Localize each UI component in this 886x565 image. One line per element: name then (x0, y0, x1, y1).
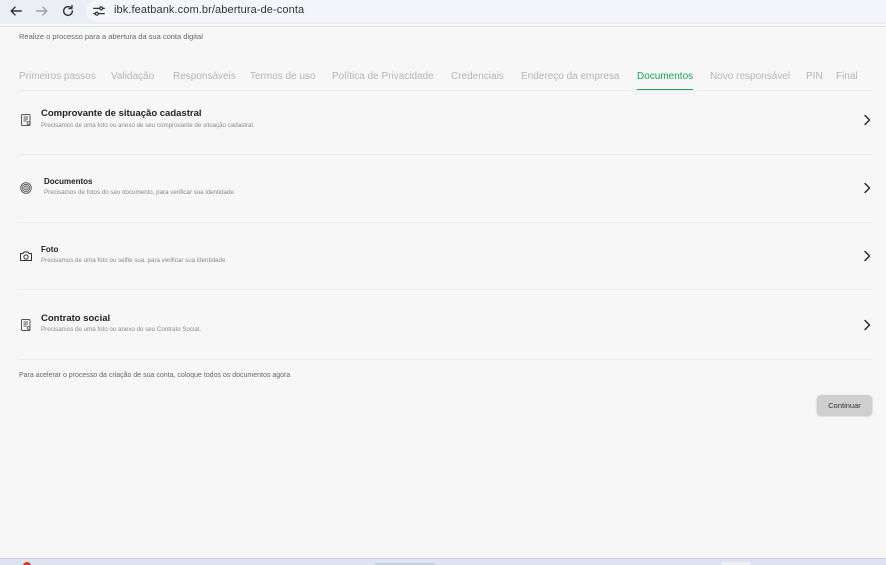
tab-responsaveis[interactable]: Responsáveis (173, 69, 236, 90)
tab-primeiros-passos[interactable]: Primeiros passos (19, 69, 96, 90)
row-divider (19, 154, 872, 155)
tab-final[interactable]: Final (836, 69, 858, 90)
document-description: Precisamos de uma foto ou selfie sua, pa… (41, 257, 226, 264)
tab-validacao[interactable]: Validação (111, 69, 154, 90)
document-description: Precisamos de fotos do seu documento, pa… (44, 189, 236, 196)
tabs-divider (19, 90, 872, 91)
tab-documentos[interactable]: Documentos (637, 69, 694, 90)
reload-button[interactable] (58, 1, 78, 21)
document-description: Precisamos de uma foto ou anexo de seu c… (41, 122, 255, 129)
divider (0, 26, 886, 27)
document-item-foto[interactable]: Foto Precisamos de uma foto ou selfie su… (19, 228, 872, 288)
page-subtitle: Realize o processo para a abertura da su… (19, 32, 203, 41)
tab-pin[interactable]: PIN (806, 69, 823, 90)
document-title: Foto (41, 245, 59, 254)
fingerprint-icon (19, 181, 33, 195)
back-button[interactable] (6, 1, 26, 21)
chevron-right-icon (862, 113, 872, 126)
chevron-right-icon (862, 181, 872, 194)
taskbar (0, 558, 886, 565)
browser-toolbar: ibk.featbank.com.br/abertura-de-conta (0, 0, 886, 24)
tab-credenciais[interactable]: Credenciais (451, 69, 504, 90)
chevron-right-icon (862, 318, 872, 331)
document-item-comprovante[interactable]: Comprovante de situação cadastral Precis… (19, 92, 872, 152)
arrow-right-icon (36, 6, 48, 16)
document-description: Precisamos de uma foto ou anexo do seu C… (41, 326, 201, 333)
row-divider (19, 222, 872, 223)
address-bar[interactable]: ibk.featbank.com.br/abertura-de-conta (86, 0, 886, 22)
document-title: Documentos (44, 177, 93, 186)
step-tabs: Primeiros passos Validação Responsáveis … (19, 69, 872, 91)
document-title: Contrato social (41, 313, 111, 324)
document-item-documentos[interactable]: Documentos Precisamos de fotos do seu do… (19, 160, 872, 220)
url-text[interactable]: ibk.featbank.com.br/abertura-de-conta (114, 4, 304, 16)
tab-politica-de-privacidade[interactable]: Política de Privacidade (332, 69, 434, 90)
chevron-right-icon (862, 249, 872, 262)
forward-button[interactable] (32, 1, 52, 21)
tab-termos-de-uso[interactable]: Termos de uso (250, 69, 316, 90)
reload-icon (62, 4, 74, 17)
footer-note: Para acelerar o processo da criação de s… (19, 372, 291, 379)
row-divider (19, 359, 872, 360)
document-icon (19, 113, 33, 127)
continue-button[interactable]: Continuar (817, 395, 872, 415)
row-divider (19, 289, 872, 290)
arrow-left-icon (10, 6, 22, 16)
document-item-contrato-social[interactable]: Contrato social Precisamos de uma foto o… (19, 296, 872, 356)
camera-icon (19, 249, 33, 263)
tab-endereco-da-empresa[interactable]: Endereço da empresa (521, 69, 619, 90)
document-icon (19, 318, 33, 332)
tune-icon[interactable] (92, 4, 106, 18)
tab-novo-responsavel[interactable]: Novo responsável (710, 69, 790, 90)
document-title: Comprovante de situação cadastral (41, 108, 202, 119)
